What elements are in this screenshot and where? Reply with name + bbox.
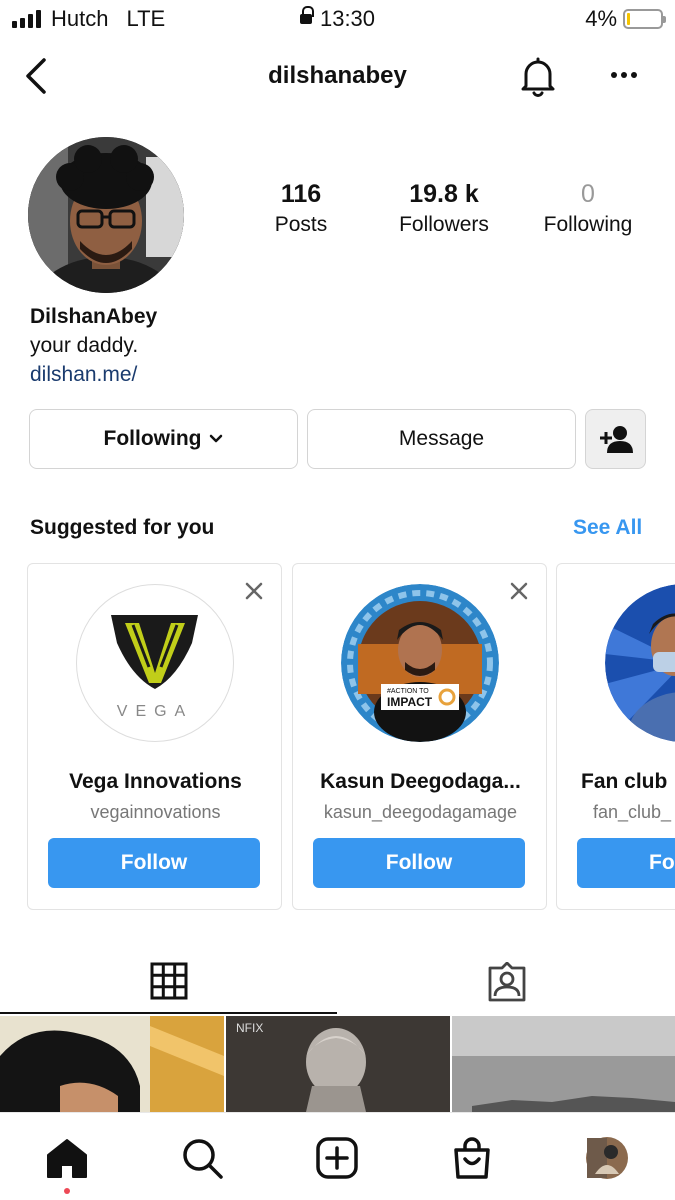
suggestion-card-vega[interactable]: VEGA Vega Innovations vegainnovations Fo… [27, 563, 282, 910]
search-icon [183, 1139, 223, 1179]
bottom-nav [0, 1112, 675, 1200]
bell-icon[interactable] [516, 54, 560, 98]
back-arrow-icon[interactable] [20, 54, 56, 94]
chevron-down-icon [210, 434, 223, 443]
battery-icon [623, 9, 666, 29]
notification-dot [64, 1188, 70, 1194]
battery-percent: 4% [585, 6, 617, 31]
profile-bio: your daddy. [30, 334, 139, 357]
followers-label: Followers [399, 213, 489, 236]
status-bar: Hutch LTE 13:30 4% [0, 0, 675, 38]
profile-avatar[interactable] [28, 137, 184, 293]
suggestion-handle: vegainnovations [90, 802, 221, 822]
time-label: 13:30 [319, 6, 376, 31]
nav-create[interactable] [314, 1135, 360, 1181]
message-button[interactable]: Message [307, 409, 576, 469]
follow-button[interactable]: Follow [313, 838, 525, 888]
grid-icon [150, 962, 187, 1000]
add-post-icon [316, 1137, 358, 1179]
badge-top-text: #ACTION TO [387, 688, 429, 695]
thumb-logo-text: NFIX [236, 1021, 263, 1035]
follow-button[interactable]: Fo [577, 838, 675, 888]
vega-logo: VEGA [111, 615, 198, 720]
post-image: NFIX [226, 1016, 450, 1112]
badge-main-text: IMPACT [387, 695, 433, 709]
post-thumbnail[interactable] [0, 1016, 224, 1112]
nav-shop[interactable] [449, 1135, 495, 1181]
nav-search[interactable] [179, 1135, 225, 1181]
vega-avatar[interactable]: VEGA [76, 584, 234, 742]
stat-posts[interactable]: 116 Posts [221, 180, 381, 237]
tab-tagged[interactable] [338, 950, 675, 1014]
lock-icon [299, 6, 314, 24]
add-user-icon [599, 426, 633, 453]
profile-full-name: DilshanAbey [30, 305, 158, 328]
home-icon [47, 1139, 87, 1178]
follow-button-label: Follow [385, 851, 453, 874]
dismiss-icon[interactable] [506, 578, 532, 604]
more-options-icon[interactable] [604, 60, 644, 90]
suggestion-name: Kasun Deegodaga... [320, 770, 521, 793]
suggestion-card-kasun[interactable]: #ACTION TO IMPACT Kasun Deegodaga... kas… [292, 563, 547, 910]
kasun-avatar[interactable]: #ACTION TO IMPACT [341, 584, 499, 742]
message-button-label: Message [398, 427, 485, 450]
follow-button[interactable]: Follow [48, 838, 260, 888]
followers-count: 19.8 k [409, 180, 479, 208]
suggestion-handle: fan_club_ [593, 802, 672, 822]
following-count: 0 [581, 180, 595, 208]
suggestion-name: Vega Innovations [69, 770, 242, 793]
vega-logo-text: VEGA [117, 703, 193, 720]
avatar-image [28, 137, 184, 293]
see-all-link[interactable]: See All [573, 516, 642, 540]
profile-link[interactable]: dilshan.me/ [30, 363, 137, 387]
shop-bag-icon [454, 1137, 490, 1179]
nav-profile[interactable] [584, 1135, 630, 1181]
kasun-avatar-image: #ACTION TO IMPACT [341, 584, 499, 742]
suggested-title: Suggested for you [30, 516, 215, 539]
tagged-icon [488, 962, 525, 1002]
profile-avatar-small [586, 1137, 628, 1179]
post-image [452, 1016, 675, 1112]
stat-followers[interactable]: 19.8 k Followers [364, 180, 524, 237]
suggestion-name: Fan club [581, 770, 668, 793]
post-image [0, 1016, 224, 1112]
following-button[interactable]: Following [29, 409, 298, 469]
follow-button-label: Fo [649, 851, 675, 874]
post-thumbnail[interactable]: NFIX [226, 1016, 450, 1112]
following-button-label: Following [103, 427, 202, 450]
page-title: dilshanabey [268, 62, 407, 89]
posts-label: Posts [274, 213, 328, 236]
dismiss-icon[interactable] [241, 578, 267, 604]
fanclub-avatar-image [605, 584, 675, 742]
nav-home[interactable] [44, 1135, 90, 1181]
following-label: Following [543, 213, 633, 236]
post-thumbnail[interactable] [452, 1016, 675, 1112]
fanclub-avatar[interactable] [605, 584, 675, 742]
suggestion-card-fanclub[interactable]: Fan club fan_club_ Fo [556, 563, 675, 910]
suggest-users-button[interactable] [585, 409, 646, 469]
posts-count: 116 [280, 180, 322, 208]
stat-following[interactable]: 0 Following [508, 180, 668, 237]
profile-header: dilshanabey [0, 50, 675, 100]
follow-button-label: Follow [120, 851, 188, 874]
suggestion-handle: kasun_deegodagamage [323, 802, 518, 822]
status-right: 4% [585, 6, 666, 32]
status-time: 13:30 [0, 6, 675, 32]
tab-grid[interactable] [0, 950, 337, 1014]
